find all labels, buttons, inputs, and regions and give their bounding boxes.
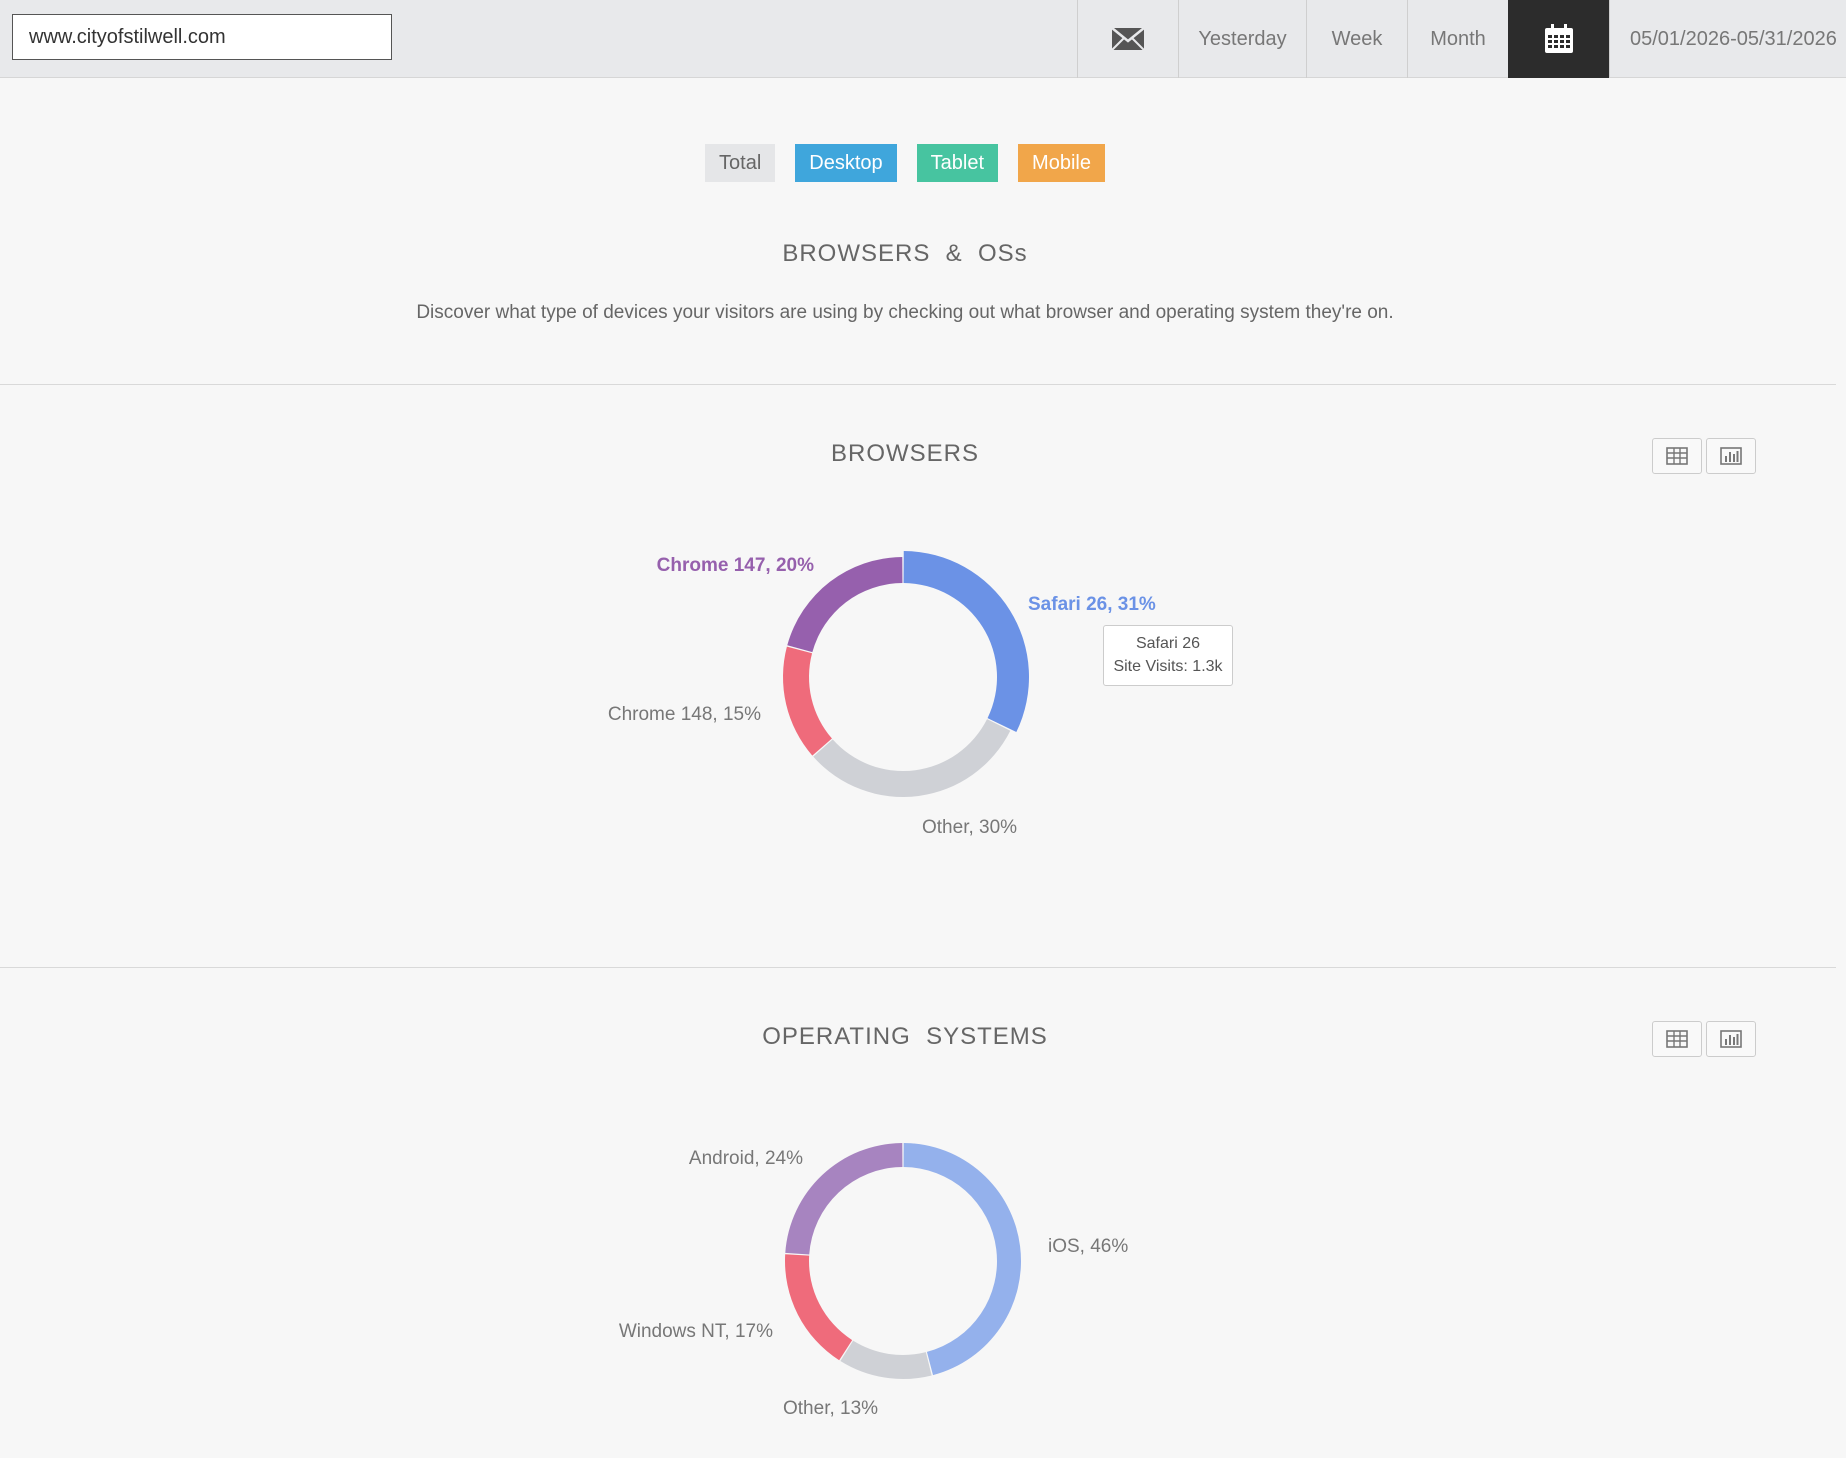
chart-slice[interactable] xyxy=(903,551,1029,733)
tooltip-value: Site Visits: 1.3k xyxy=(1113,658,1223,675)
chart-slice-label: Other, 13% xyxy=(783,1398,878,1419)
chart-slice-label: Windows NT, 17% xyxy=(619,1321,773,1342)
chart-slice-label: Other, 30% xyxy=(922,817,1017,838)
chart-slice-label: Chrome 148, 15% xyxy=(608,704,761,725)
chart-slice[interactable] xyxy=(783,646,832,756)
donut-charts: Safari 26, 31% Other, 30% Chrome 148, 15% C… xyxy=(608,551,1156,1419)
chart-slice[interactable] xyxy=(840,1340,932,1379)
chart-slice[interactable] xyxy=(785,1254,853,1361)
tooltip-title: Safari 26 xyxy=(1135,635,1201,652)
chart-slice-label: Android, 24% xyxy=(689,1148,803,1169)
chart-slice[interactable] xyxy=(813,719,1011,797)
chart-tooltip: Safari 26 Site Visits: 1.3k xyxy=(1103,625,1233,686)
chart-slice-label: iOS, 46% xyxy=(1048,1236,1128,1257)
chart-slice-label: Safari 26, 31% xyxy=(1028,594,1156,615)
chart-slice-label: Chrome 147, 20% xyxy=(657,555,814,576)
chart-slice[interactable] xyxy=(903,1143,1021,1376)
